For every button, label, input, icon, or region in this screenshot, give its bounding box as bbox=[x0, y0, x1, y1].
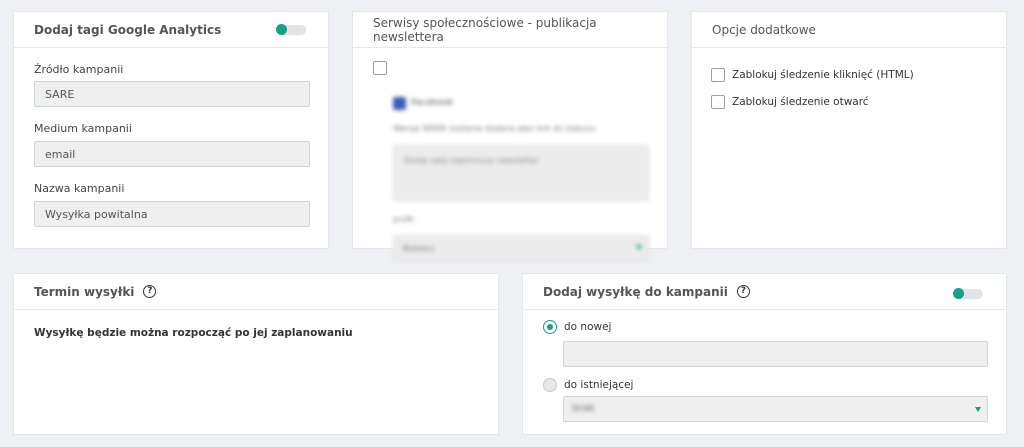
schedule-card-title: Termin wysyłki bbox=[34, 284, 135, 299]
status-placeholder: Dodaj swój tajemniczy newsletter bbox=[404, 156, 539, 165]
profile-select[interactable]: Wybierz bbox=[393, 235, 649, 261]
campaign-card: Dodaj wysyłkę do kampanii ? do nowej do … bbox=[522, 273, 1007, 435]
social-card: Serwisy społecznościowe - publikacja new… bbox=[352, 11, 668, 261]
schedule-card-header: Termin wysyłki ? bbox=[14, 274, 498, 310]
profile-caret-icon bbox=[636, 245, 642, 250]
profile-value: Wybierz bbox=[402, 244, 435, 253]
help-icon[interactable]: ? bbox=[736, 285, 750, 298]
existing-campaign-select[interactable]: brak bbox=[563, 396, 988, 422]
campaign-source-label: Źródło kampanii bbox=[34, 63, 124, 76]
schedule-message: Wysyłkę będzie można rozpocząć po jej za… bbox=[34, 327, 353, 339]
block-click-tracking-option[interactable]: Zablokuj śledzenie kliknięć (HTML) bbox=[711, 68, 914, 82]
social-card-title: Serwisy społecznościowe - publikacja new… bbox=[373, 15, 597, 44]
campaign-name-input[interactable] bbox=[34, 201, 310, 227]
campaign-card-title: Dodaj wysyłkę do kampanii bbox=[543, 284, 728, 299]
facebook-checkbox[interactable] bbox=[373, 61, 387, 75]
new-campaign-input[interactable] bbox=[563, 341, 988, 367]
block-click-tracking-checkbox[interactable] bbox=[711, 68, 725, 82]
facebook-icon bbox=[393, 97, 406, 110]
radio-existing-button[interactable] bbox=[543, 378, 557, 392]
campaign-name-label: Nazwa kampanii bbox=[34, 182, 125, 195]
radio-new-campaign[interactable]: do nowej bbox=[543, 320, 611, 334]
options-card-header: Opcje dodatkowe bbox=[692, 12, 1006, 48]
campaign-medium-label: Medium kampanii bbox=[34, 122, 132, 135]
chevron-down-icon bbox=[975, 407, 981, 412]
campaign-medium-input[interactable] bbox=[34, 141, 310, 167]
ga-toggle[interactable] bbox=[276, 24, 306, 35]
profile-label: profil bbox=[393, 215, 414, 224]
options-card: Opcje dodatkowe Zablokuj śledzenie klikn… bbox=[691, 11, 1007, 249]
ga-toggle-knob bbox=[276, 24, 287, 35]
ga-card-title: Dodaj tagi Google Analytics bbox=[34, 22, 222, 37]
radio-new-label: do nowej bbox=[564, 321, 612, 333]
social-card-header: Serwisy społecznościowe - publikacja new… bbox=[353, 12, 667, 48]
block-click-tracking-label: Zablokuj śledzenie kliknięć (HTML) bbox=[732, 69, 914, 81]
options-card-title: Opcje dodatkowe bbox=[712, 22, 816, 37]
campaign-source-input[interactable] bbox=[34, 81, 310, 107]
campaign-toggle[interactable] bbox=[953, 288, 983, 299]
ga-tags-card: Dodaj tagi Google Analytics Źródło kampa… bbox=[13, 11, 329, 249]
radio-new-button[interactable] bbox=[543, 320, 557, 334]
schedule-card: Termin wysyłki ? Wysyłkę będzie można ro… bbox=[13, 273, 499, 435]
campaign-card-header: Dodaj wysyłkę do kampanii ? bbox=[523, 274, 1006, 310]
help-icon[interactable]: ? bbox=[143, 285, 157, 298]
social-hint: Wersja WWW zostanie dodana jako link do … bbox=[393, 124, 596, 133]
radio-existing-label: do istniejącej bbox=[564, 379, 634, 391]
block-open-tracking-option[interactable]: Zablokuj śledzenie otwarć bbox=[711, 95, 869, 109]
block-open-tracking-checkbox[interactable] bbox=[711, 95, 725, 109]
status-textarea[interactable]: Dodaj swój tajemniczy newsletter bbox=[393, 145, 649, 201]
campaign-toggle-knob bbox=[953, 288, 964, 299]
ga-card-header: Dodaj tagi Google Analytics bbox=[14, 12, 328, 48]
facebook-label: Facebook bbox=[411, 98, 454, 108]
radio-existing-campaign[interactable]: do istniejącej bbox=[543, 378, 633, 392]
existing-campaign-value: brak bbox=[572, 403, 595, 414]
block-open-tracking-label: Zablokuj śledzenie otwarć bbox=[732, 96, 869, 108]
